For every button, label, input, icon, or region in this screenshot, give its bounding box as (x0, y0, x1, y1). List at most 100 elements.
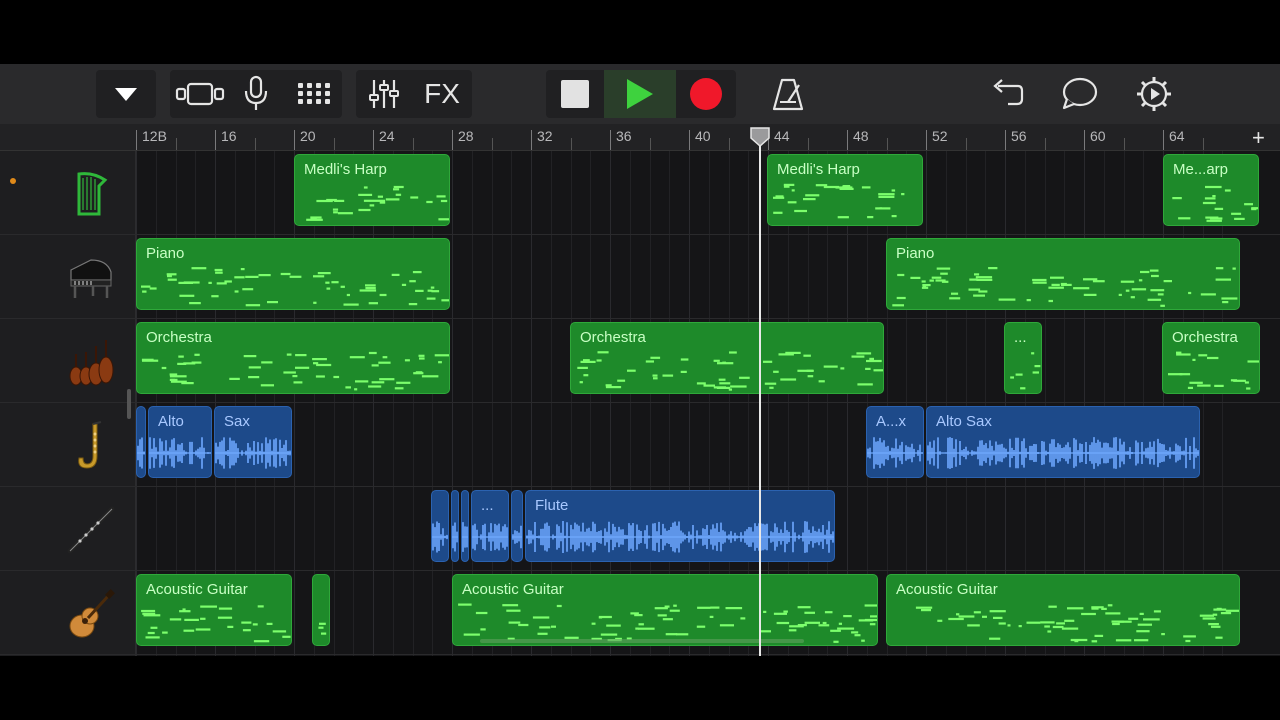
audio-region[interactable]: ... (471, 490, 509, 562)
metronome-icon (772, 78, 804, 111)
midi-region[interactable]: Me...arp (1163, 154, 1259, 226)
track-header-orchestra[interactable] (0, 319, 136, 403)
track-lane-harp: Medli's Harp Medli's Harp Me...arp (136, 151, 1280, 235)
view-toggle-button[interactable] (172, 76, 228, 112)
audio-waveform (137, 437, 145, 469)
track-header-harp[interactable] (0, 151, 136, 235)
midi-region[interactable]: Medli's Harp (767, 154, 923, 226)
harp-icon (64, 167, 118, 221)
midi-region[interactable]: Piano (136, 238, 450, 310)
region-name: Piano (896, 245, 935, 262)
ruler-bar-tick (1163, 130, 1164, 150)
audio-region[interactable]: A...x (866, 406, 924, 478)
flute-icon (64, 503, 118, 557)
region-name: Acoustic Guitar (896, 581, 998, 598)
audio-region[interactable]: Alto (148, 406, 212, 478)
midi-region[interactable] (312, 574, 330, 646)
loop-browser-button[interactable] (1058, 70, 1102, 118)
settings-icon (1137, 77, 1171, 111)
midi-region[interactable]: Acoustic Guitar (136, 574, 292, 646)
region-name: Alto (158, 413, 184, 430)
ruler-bar-label: 20 (300, 128, 316, 144)
midi-notes (892, 267, 1238, 307)
audio-region[interactable] (511, 490, 523, 562)
ruler-bar-tick (215, 130, 216, 150)
ruler-bar-tick (926, 130, 927, 150)
keyboard-grid-button[interactable] (294, 76, 334, 112)
tracks-menu-button[interactable] (96, 70, 156, 118)
microphone-button[interactable] (238, 74, 274, 114)
track-header-flute[interactable] (0, 487, 136, 571)
control-bar: FX (0, 64, 1280, 124)
mixer-button[interactable] (366, 76, 402, 112)
audio-region[interactable]: Alto Sax (926, 406, 1200, 478)
region-name: ... (481, 497, 494, 514)
settings-button[interactable] (1132, 70, 1176, 118)
vertical-scrollbar[interactable] (127, 389, 131, 419)
timeline-ruler[interactable]: + 12B 16 20 24 28 32 36 40 44 48 52 56 60 64 (0, 124, 1280, 151)
ruler-bar-label: 28 (458, 128, 474, 144)
audio-waveform (512, 525, 522, 549)
region-name: Medli's Harp (304, 161, 387, 178)
horizontal-scrollbar[interactable] (480, 639, 804, 643)
metronome-button[interactable] (766, 70, 810, 118)
ruler-bar-tick (1005, 130, 1006, 150)
midi-region[interactable]: Piano (886, 238, 1240, 310)
audio-region[interactable] (451, 490, 459, 562)
track-lane-piano: Piano Piano (136, 235, 1280, 319)
audio-region[interactable]: Flute (525, 490, 835, 562)
playhead-handle[interactable] (749, 126, 771, 148)
view-controls-group (170, 70, 342, 118)
loop-icon (1062, 77, 1098, 110)
undo-button[interactable] (984, 70, 1028, 118)
midi-notes (318, 622, 327, 635)
record-button[interactable] (676, 70, 736, 118)
audio-region[interactable] (136, 406, 146, 478)
audio-region[interactable]: Sax (214, 406, 292, 478)
ruler-bar-tick (847, 130, 848, 150)
midi-region[interactable]: Orchestra (136, 322, 450, 394)
audio-waveform (432, 521, 448, 553)
playhead[interactable] (759, 132, 761, 656)
ruler-bar-label: 56 (1011, 128, 1027, 144)
midi-region[interactable]: Acoustic Guitar (886, 574, 1240, 646)
audio-region[interactable] (461, 490, 469, 562)
audio-waveform (526, 521, 834, 553)
midi-region[interactable]: Orchestra (570, 322, 884, 394)
ruler-beat-tick (728, 138, 730, 150)
track-header-acoustic-guitar[interactable] (0, 571, 136, 655)
garageband-tracks-view: FX + 12B 16 20 24 28 32 36 40 44 48 52 5… (0, 64, 1280, 656)
midi-region[interactable]: Orchestra (1162, 322, 1260, 394)
transport-group (546, 70, 736, 118)
ruler-bar-label: 48 (853, 128, 869, 144)
ruler-beat-tick (807, 138, 809, 150)
fx-button[interactable]: FX (418, 76, 466, 112)
stop-button[interactable] (546, 70, 604, 118)
keyboard-grid-icon (298, 83, 330, 104)
ruler-beat-tick (886, 138, 888, 150)
ruler-beat-tick (1044, 138, 1046, 150)
ruler-bar-label: 40 (695, 128, 711, 144)
region-name: Acoustic Guitar (146, 581, 248, 598)
track-lane-orchestra: Orchestra Orchestra... Orchestra (136, 319, 1280, 403)
ruler-beat-tick (491, 138, 493, 150)
midi-region[interactable]: Acoustic Guitar (452, 574, 878, 646)
track-header-piano[interactable] (0, 235, 136, 319)
view-toggle-icon (175, 82, 225, 106)
midi-region[interactable]: ... (1004, 322, 1042, 394)
region-name: Flute (535, 497, 569, 514)
audio-region[interactable] (431, 490, 449, 562)
midi-region[interactable]: Medli's Harp (294, 154, 450, 226)
mixer-icon (369, 80, 399, 108)
region-name: ... (1014, 329, 1027, 346)
ruler-bar-label: 24 (379, 128, 395, 144)
ruler-bar-label: 16 (221, 128, 237, 144)
ruler-bar-label: 32 (537, 128, 553, 144)
add-section-button[interactable]: + (1252, 125, 1265, 151)
ruler-beat-tick (570, 138, 572, 150)
play-button[interactable] (604, 70, 676, 118)
play-icon (627, 79, 653, 109)
ruler-bar-label: 64 (1169, 128, 1185, 144)
track-header-alto-sax[interactable] (0, 403, 136, 487)
ruler-bar-label: 36 (616, 128, 632, 144)
